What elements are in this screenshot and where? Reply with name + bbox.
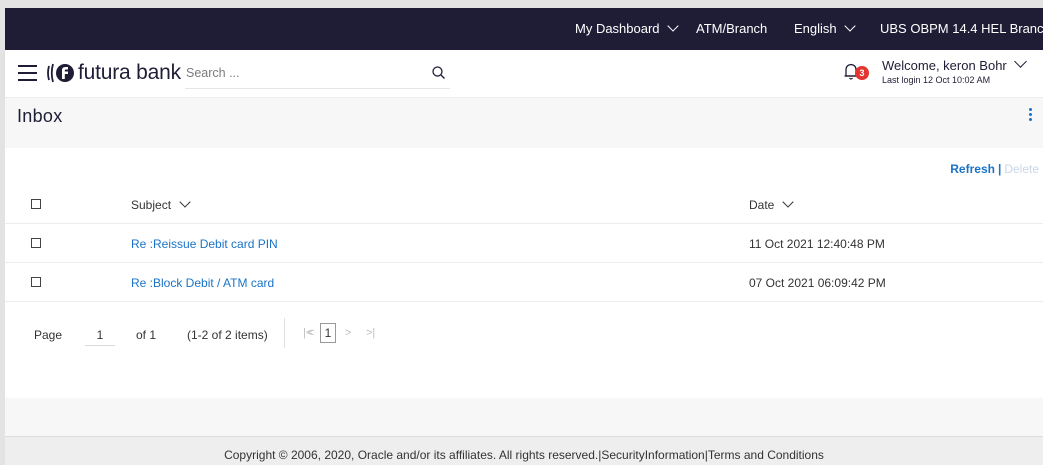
- table-row[interactable]: Re :Reissue Debit card PIN 11 Oct 2021 1…: [5, 225, 1043, 263]
- search-icon[interactable]: [431, 65, 447, 81]
- current-page-button[interactable]: 1: [320, 323, 336, 343]
- last-login-text: Last login 12 Oct 10:02 AM: [882, 75, 991, 85]
- sort-chevron-icon: [782, 196, 795, 208]
- notification-count-badge[interactable]: 3: [855, 66, 869, 80]
- subject-column-header[interactable]: Subject: [131, 196, 191, 212]
- items-range-label: (1-2 of 2 items): [187, 328, 268, 342]
- page-count-label: of 1: [136, 328, 157, 342]
- table-header-row: Subject Date: [5, 186, 1043, 224]
- my-dashboard-menu[interactable]: My Dashboard: [575, 20, 679, 36]
- row-checkbox[interactable]: [31, 277, 41, 287]
- page-title-bar: Inbox: [5, 98, 1043, 134]
- subject-header-label: Subject: [131, 198, 172, 212]
- message-date: 07 Oct 2021 06:09:42 PM: [749, 276, 886, 290]
- message-date: 11 Oct 2021 12:40:48 PM: [749, 237, 885, 251]
- user-menu[interactable]: Welcome, keron Bohr Last login 12 Oct 10…: [882, 58, 1022, 85]
- page-label: Page: [34, 328, 63, 342]
- language-label: English: [794, 21, 837, 36]
- sort-chevron-icon: [179, 196, 191, 208]
- content-bottom-band: [5, 398, 1043, 436]
- search-input[interactable]: Search ...: [185, 61, 450, 89]
- search-placeholder: Search ...: [186, 66, 240, 80]
- content-gutter: [5, 134, 1043, 148]
- atm-branch-label: ATM/Branch: [696, 21, 768, 36]
- date-header-label: Date: [749, 198, 775, 212]
- branch-menu[interactable]: UBS OBPM 14.4 HEL Branch: [880, 21, 1043, 36]
- atm-branch-link[interactable]: ATM/Branch: [696, 21, 767, 36]
- page-number-input[interactable]: 1: [85, 323, 115, 346]
- chevron-down-icon: [843, 20, 856, 32]
- delete-link[interactable]: Delete: [1004, 162, 1039, 176]
- logo-text: futura bank: [78, 61, 181, 84]
- row-checkbox[interactable]: [31, 238, 41, 248]
- logo-mark-icon: [47, 63, 74, 83]
- branch-label: UBS OBPM 14.4 HEL Branch: [880, 21, 1043, 36]
- inbox-actions: Refresh | Delete: [950, 162, 1039, 176]
- language-menu[interactable]: English: [794, 20, 856, 36]
- message-subject-link[interactable]: Re :Block Debit / ATM card: [131, 276, 274, 290]
- table-row[interactable]: Re :Block Debit / ATM card 07 Oct 2021 0…: [5, 264, 1043, 302]
- select-all-checkbox[interactable]: [31, 199, 41, 209]
- futura-bank-logo[interactable]: futura bank: [46, 61, 181, 85]
- chevron-down-icon: [666, 20, 679, 32]
- top-nav-bar: My Dashboard ATM/Branch English UBS OBPM…: [5, 8, 1043, 50]
- page-title: Inbox: [17, 106, 63, 126]
- footer-text[interactable]: Copyright © 2006, 2020, Oracle and/or it…: [224, 448, 824, 462]
- message-subject-link[interactable]: Re :Reissue Debit card PIN: [131, 237, 278, 251]
- inbox-card: Refresh | Delete Subject Date Re :Reissue …: [5, 148, 1043, 398]
- refresh-link[interactable]: Refresh: [950, 162, 995, 176]
- page-footer: Copyright © 2006, 2020, Oracle and/or it…: [5, 436, 1043, 465]
- pager-divider: [284, 318, 285, 348]
- prev-page-icon[interactable]: <: [308, 327, 314, 339]
- actions-separator: |: [997, 162, 1002, 176]
- app-header: futura bank Search ... 3 Welcome, keron …: [5, 50, 1043, 98]
- my-dashboard-label: My Dashboard: [575, 21, 660, 36]
- hamburger-menu-icon[interactable]: [18, 65, 37, 81]
- date-column-header[interactable]: Date: [749, 196, 795, 212]
- kebab-menu-icon[interactable]: [1029, 108, 1033, 122]
- next-page-icon[interactable]: >: [345, 327, 351, 339]
- welcome-text: Welcome, keron Bohr: [882, 58, 1007, 73]
- last-page-icon[interactable]: >|: [366, 327, 375, 339]
- window-frame-top: [0, 0, 1043, 8]
- pagination-bar: Page 1 of 1 (1-2 of 2 items) |< < 1 > >|: [5, 316, 1043, 352]
